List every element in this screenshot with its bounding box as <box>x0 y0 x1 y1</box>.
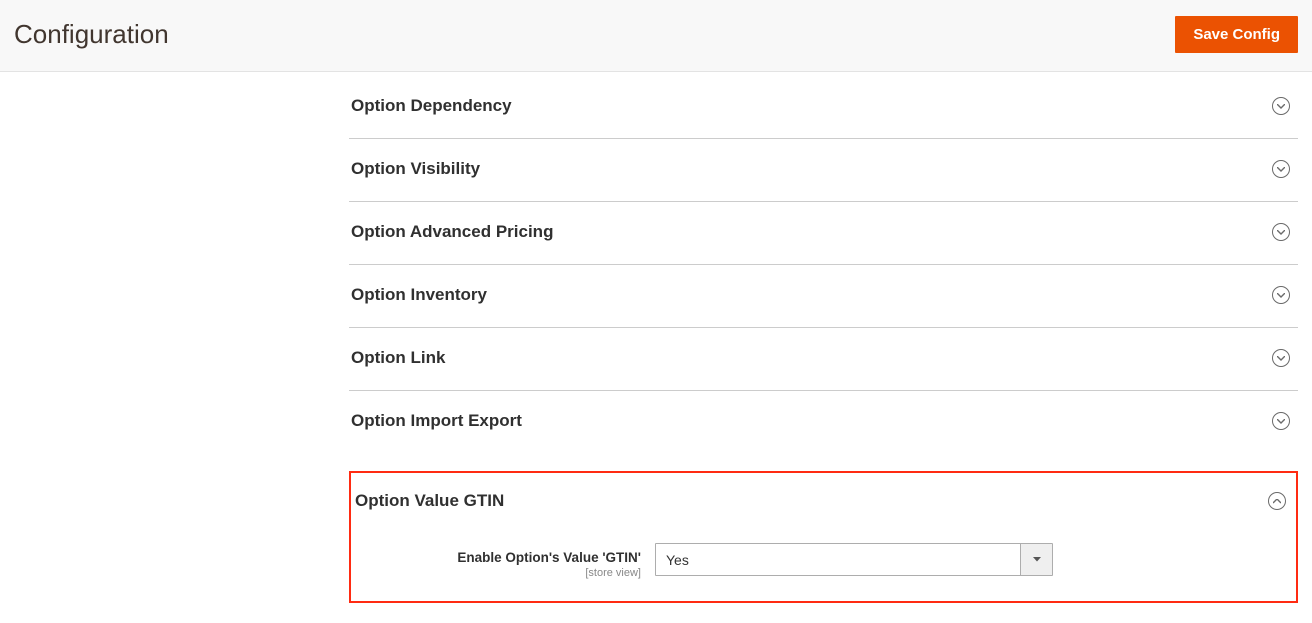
chevron-down-icon <box>1272 97 1290 115</box>
section-title: Option Link <box>351 348 445 368</box>
field-scope: [store view] <box>355 567 641 579</box>
section-title: Option Advanced Pricing <box>351 222 553 242</box>
chevron-down-icon <box>1272 412 1290 430</box>
chevron-up-icon <box>1268 492 1286 510</box>
highlighted-section-box: Option Value GTIN Enable Option's Value … <box>349 471 1298 603</box>
section-title: Option Dependency <box>351 96 512 116</box>
page-header: Configuration Save Config <box>0 0 1312 72</box>
section-option-value-gtin[interactable]: Option Value GTIN <box>353 487 1294 539</box>
sections-list: Option Dependency Option Visibility Opti… <box>349 72 1298 603</box>
section-option-dependency[interactable]: Option Dependency <box>349 72 1298 139</box>
field-label: Enable Option's Value 'GTIN' <box>457 550 641 565</box>
section-option-inventory[interactable]: Option Inventory <box>349 265 1298 328</box>
field-label-wrap: Enable Option's Value 'GTIN' [store view… <box>355 543 655 579</box>
section-option-link[interactable]: Option Link <box>349 328 1298 391</box>
section-title: Option Import Export <box>351 411 522 431</box>
section-title: Option Value GTIN <box>355 491 504 511</box>
enable-gtin-select[interactable]: Yes <box>655 543 1053 576</box>
save-config-button[interactable]: Save Config <box>1175 16 1298 53</box>
section-option-import-export[interactable]: Option Import Export <box>349 391 1298 453</box>
page-title: Configuration <box>14 19 169 50</box>
content-area: Option Dependency Option Visibility Opti… <box>0 72 1312 623</box>
chevron-down-icon <box>1272 223 1290 241</box>
section-title: Option Visibility <box>351 159 480 179</box>
chevron-down-icon <box>1272 286 1290 304</box>
select-wrap: Yes <box>655 543 1053 576</box>
section-option-advanced-pricing[interactable]: Option Advanced Pricing <box>349 202 1298 265</box>
chevron-down-icon <box>1272 160 1290 178</box>
chevron-down-icon <box>1272 349 1290 367</box>
section-option-visibility[interactable]: Option Visibility <box>349 139 1298 202</box>
section-title: Option Inventory <box>351 285 487 305</box>
field-enable-gtin: Enable Option's Value 'GTIN' [store view… <box>353 539 1294 579</box>
field-control: Yes <box>655 543 1053 576</box>
